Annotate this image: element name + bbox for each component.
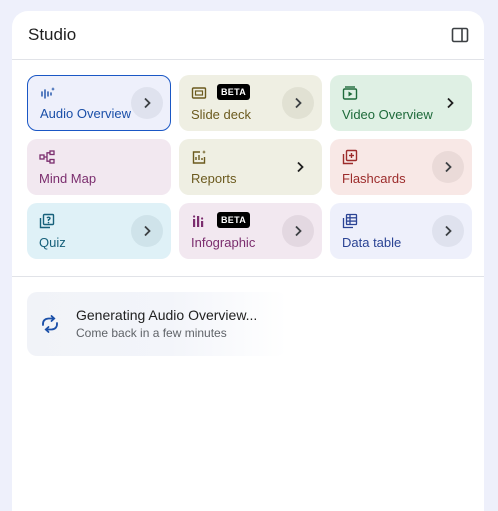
chevron-right-icon [295,225,302,237]
studio-header: Studio [12,11,484,60]
chevron-right-icon [295,97,302,109]
panel-title: Studio [28,25,77,44]
studio-panel: Studio Audio Overview BETA Slide deck Vi… [12,11,484,511]
tile-label: Data table [342,235,402,250]
generating-title: Generating Audio Overview... [76,307,258,323]
open-button[interactable] [131,87,163,119]
open-button[interactable] [432,215,464,247]
tile-label: Slide deck [191,107,251,122]
chevron-right-icon [447,97,454,109]
open-button[interactable] [282,215,314,247]
generating-status-card: Generating Audio Overview... Come back i… [27,292,287,356]
tile-slide-deck[interactable]: BETA Slide deck [179,75,322,131]
open-button[interactable] [292,159,308,175]
tile-label: Audio Overview [40,106,132,121]
tile-quiz[interactable]: Quiz [27,203,171,259]
chevron-right-icon [445,225,452,237]
chevron-right-icon [445,161,452,173]
generating-subtitle: Come back in a few minutes [76,326,227,340]
quiz-icon [39,213,55,229]
infographic-icon [193,215,204,227]
open-button[interactable] [442,95,458,111]
beta-badge: BETA [217,84,251,100]
flashcards-icon [342,149,358,165]
tile-label: Infographic [191,235,256,250]
chevron-right-icon [144,225,151,237]
video-icon [342,86,358,100]
reports-icon [192,150,206,164]
tile-audio-overview[interactable]: Audio Overview [27,75,171,131]
tile-mind-map[interactable]: Mind Map [27,139,171,195]
tile-label: Quiz [39,235,66,250]
mind-map-icon [39,150,55,164]
beta-badge: BETA [217,212,251,228]
tile-label: Mind Map [39,171,97,186]
tile-data-table[interactable]: Data table [330,203,472,259]
open-button[interactable] [432,151,464,183]
tile-label: Video Overview [342,107,433,122]
side-panel-icon [451,27,469,43]
chevron-right-icon [297,161,304,173]
audio-waveform-icon [41,87,55,99]
slides-icon [191,87,207,99]
tile-infographic[interactable]: BETA Infographic [179,203,322,259]
tile-video-overview[interactable]: Video Overview [330,75,472,131]
tile-label: Flashcards [342,171,406,186]
collapse-panel-button[interactable] [446,21,474,49]
divider [12,276,484,277]
chevron-right-icon [144,97,151,109]
data-table-icon [342,213,358,229]
tile-flashcards[interactable]: Flashcards [330,139,472,195]
open-button[interactable] [282,87,314,119]
open-button[interactable] [131,215,163,247]
sync-icon [42,315,58,333]
tile-reports[interactable]: Reports [179,139,322,195]
studio-tools-grid: Audio Overview BETA Slide deck Video Ove… [27,75,472,259]
tile-label: Reports [191,171,237,186]
